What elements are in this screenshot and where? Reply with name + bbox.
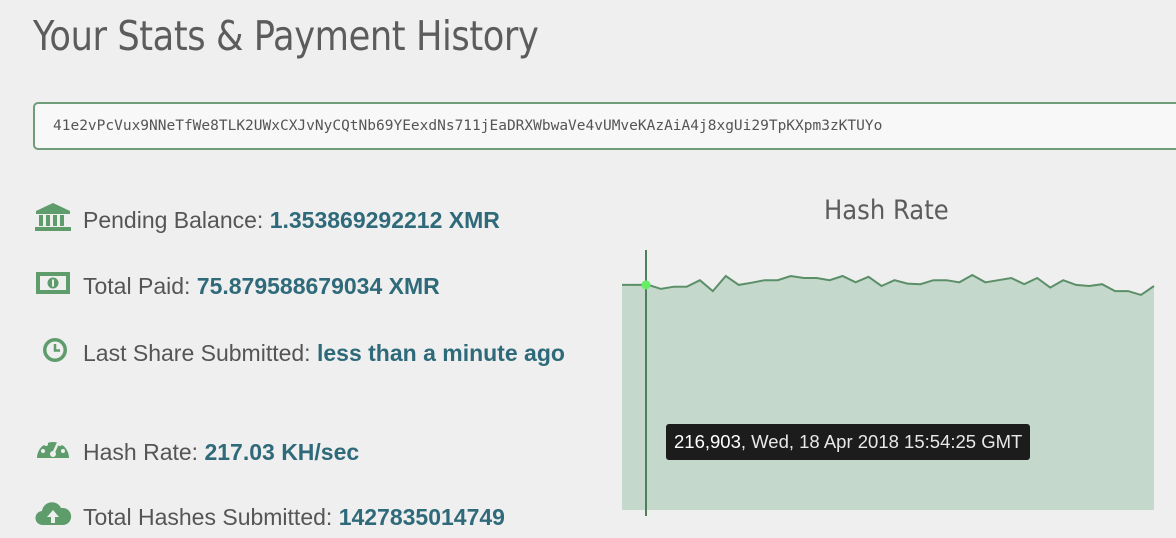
last-share-stat: Last Share Submitted: less than a minute… [33,335,573,371]
total-hashes-value: 1427835014749 [338,504,505,530]
pending-balance-label: Pending Balance: [83,207,264,233]
pending-balance-value: 1.353869292212 XMR [269,207,500,233]
wallet-address-input[interactable] [33,102,1176,150]
hash-rate-area [622,275,1154,510]
last-share-label: Last Share Submitted: [83,340,311,366]
clock-icon [33,335,73,365]
total-paid-value: 75.879588679034 XMR [196,273,440,299]
pending-balance-stat: Pending Balance: 1.353869292212 XMR [33,202,573,238]
hash-rate-label: Hash Rate: [83,439,199,465]
banknote-icon [33,268,73,298]
total-hashes-label: Total Hashes Submitted: [83,504,333,530]
last-share-value: less than a minute ago [316,340,565,366]
tooltip-value: 216,903 [674,431,741,452]
total-paid-stat: Total Paid: 75.879588679034 XMR [33,268,573,304]
total-hashes-stat: Total Hashes Submitted: 1427835014749 [33,499,573,535]
page-title: Your Stats & Payment History [33,12,539,60]
speedometer-icon [33,434,73,464]
tooltip-timestamp: , Wed, 18 Apr 2018 15:54:25 GMT [740,431,1023,452]
chart-tooltip: 216,903, Wed, 18 Apr 2018 15:54:25 GMT [666,424,1031,460]
chart-title: Hash Rate [824,195,949,226]
hover-point [641,280,651,290]
hash-rate-chart[interactable] [620,240,1156,516]
cloud-upload-icon [33,499,73,529]
bank-icon [33,202,73,232]
hash-rate-value: 217.03 KH/sec [204,439,360,465]
total-paid-label: Total Paid: [83,273,191,299]
hash-rate-stat: Hash Rate: 217.03 KH/sec [33,434,573,470]
